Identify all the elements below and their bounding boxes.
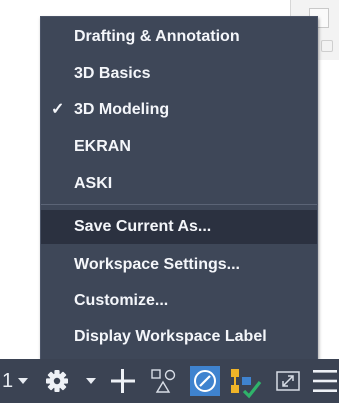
menu-separator — [41, 204, 317, 205]
menu-item-3d-modeling[interactable]: ✓ 3D Modeling — [41, 93, 317, 127]
menu-item-label: 3D Basics — [74, 65, 151, 82]
menu-item-ekran[interactable]: EKRAN — [41, 130, 317, 164]
screen: Drafting & Annotation 3D Basics ✓ 3D Mod… — [0, 0, 339, 403]
auto-scale-icon[interactable] — [228, 359, 262, 403]
menu-item-aski[interactable]: ASKI — [41, 167, 317, 201]
chevron-down-icon[interactable] — [16, 359, 30, 403]
status-bar: 1 — [0, 359, 339, 403]
menu-item-label: ASKI — [74, 175, 113, 192]
checkmark-icon: ✓ — [51, 101, 65, 118]
menu-item-label: 3D Modeling — [74, 101, 170, 118]
isolate-objects-icon[interactable] — [150, 359, 178, 403]
menu-item-workspace-settings[interactable]: Workspace Settings... — [41, 248, 317, 282]
plus-icon[interactable] — [110, 359, 136, 403]
menu-item-label: Save Current As... — [74, 218, 212, 235]
menu-item-drafting-annotation[interactable]: Drafting & Annotation — [41, 20, 317, 54]
menu-item-display-workspace-label[interactable]: Display Workspace Label — [41, 320, 317, 354]
menu-item-3d-basics[interactable]: 3D Basics — [41, 57, 317, 91]
fullscreen-icon[interactable] — [275, 359, 301, 403]
menu-item-label: Display Workspace Label — [74, 328, 267, 345]
gear-icon[interactable] — [44, 359, 70, 403]
annotation-scale-fragment[interactable]: 1 — [2, 359, 13, 403]
menu-item-save-current-as[interactable]: Save Current As... — [41, 210, 317, 244]
menu-item-label: Workspace Settings... — [74, 256, 240, 273]
menu-item-label: Drafting & Annotation — [74, 28, 240, 45]
hardware-acceleration-icon[interactable] — [189, 359, 221, 403]
hamburger-menu-icon[interactable] — [312, 359, 338, 403]
menu-item-label: Customize... — [74, 292, 169, 309]
workspace-switching-menu: Drafting & Annotation 3D Basics ✓ 3D Mod… — [40, 16, 318, 360]
menu-item-customize[interactable]: Customize... — [41, 284, 317, 318]
menu-item-label: EKRAN — [74, 138, 131, 155]
background-window-control — [321, 40, 333, 52]
chevron-down-icon[interactable] — [84, 359, 98, 403]
